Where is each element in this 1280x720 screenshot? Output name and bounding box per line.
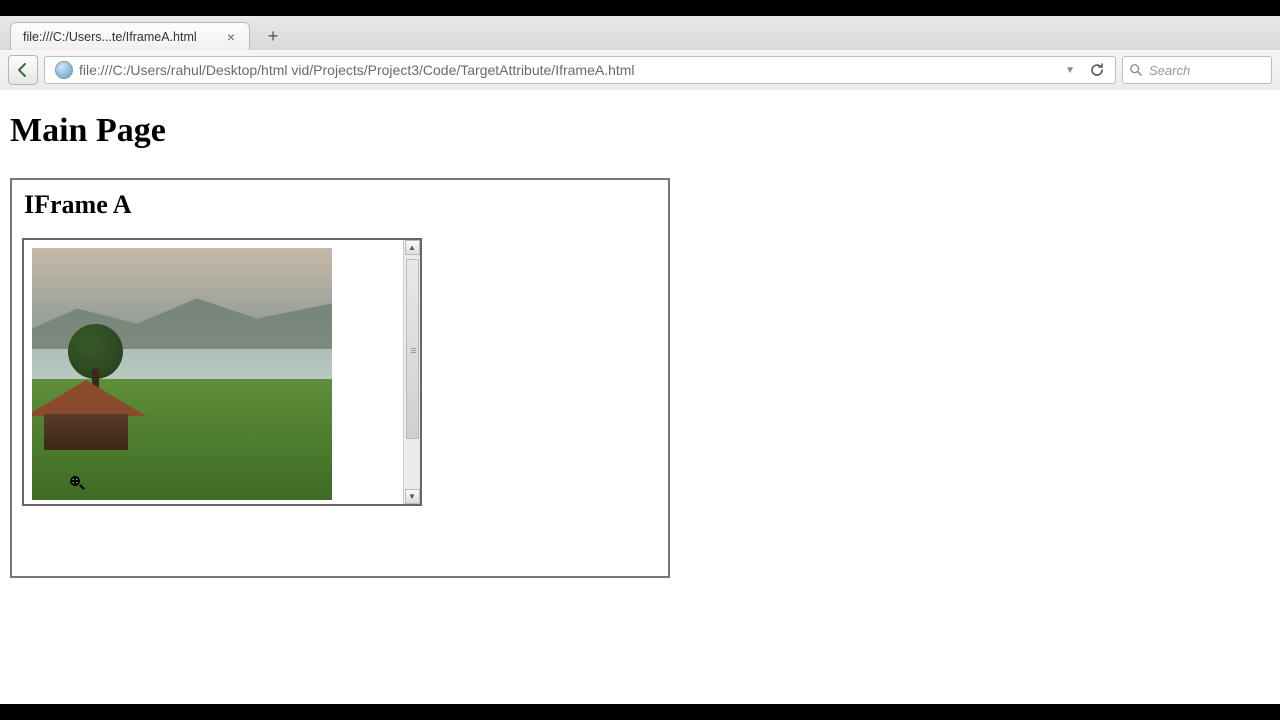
reload-icon [1089, 62, 1105, 78]
tab-title: file:///C:/Users...te/IframeA.html [23, 30, 197, 44]
back-button[interactable] [8, 55, 38, 85]
close-tab-icon[interactable]: × [223, 29, 239, 45]
landscape-image[interactable] [32, 248, 332, 500]
search-bar[interactable]: Search [1122, 56, 1272, 84]
arrow-left-icon [15, 62, 31, 78]
scroll-down-button[interactable]: ▼ [405, 489, 420, 504]
scroll-thumb[interactable] [406, 259, 419, 439]
iframe-a-container: IFrame A [10, 178, 670, 578]
tab-strip: file:///C:/Users...te/IframeA.html × + [0, 16, 1280, 50]
nested-iframe-content[interactable] [24, 240, 403, 504]
reload-button[interactable] [1085, 58, 1109, 82]
page-viewport: Main Page IFrame A [0, 90, 1280, 704]
nested-iframe-scrollbar[interactable]: ▲ ▼ [403, 240, 420, 504]
page-title: Main Page [10, 112, 1270, 150]
browser-tab-active[interactable]: file:///C:/Users...te/IframeA.html × [10, 22, 250, 50]
browser-toolbar: file:///C:/Users/rahul/Desktop/html vid/… [0, 50, 1280, 90]
iframe-a-title: IFrame A [24, 190, 658, 220]
url-dropdown-icon[interactable]: ▼ [1061, 65, 1079, 76]
new-tab-button[interactable]: + [260, 25, 286, 47]
letterbox-top [0, 0, 1280, 16]
letterbox-bottom [0, 704, 1280, 720]
globe-icon [55, 61, 73, 79]
nested-iframe: ▲ ▼ [22, 238, 422, 506]
image-house [32, 380, 146, 450]
address-bar[interactable]: file:///C:/Users/rahul/Desktop/html vid/… [44, 56, 1116, 84]
url-text: file:///C:/Users/rahul/Desktop/html vid/… [79, 62, 1055, 78]
search-icon [1129, 63, 1143, 77]
scroll-up-button[interactable]: ▲ [405, 240, 420, 255]
browser-chrome: file:///C:/Users...te/IframeA.html × + f… [0, 16, 1280, 91]
scroll-track[interactable] [405, 255, 420, 489]
page-body: Main Page IFrame A [0, 90, 1280, 590]
search-placeholder: Search [1149, 63, 1190, 78]
